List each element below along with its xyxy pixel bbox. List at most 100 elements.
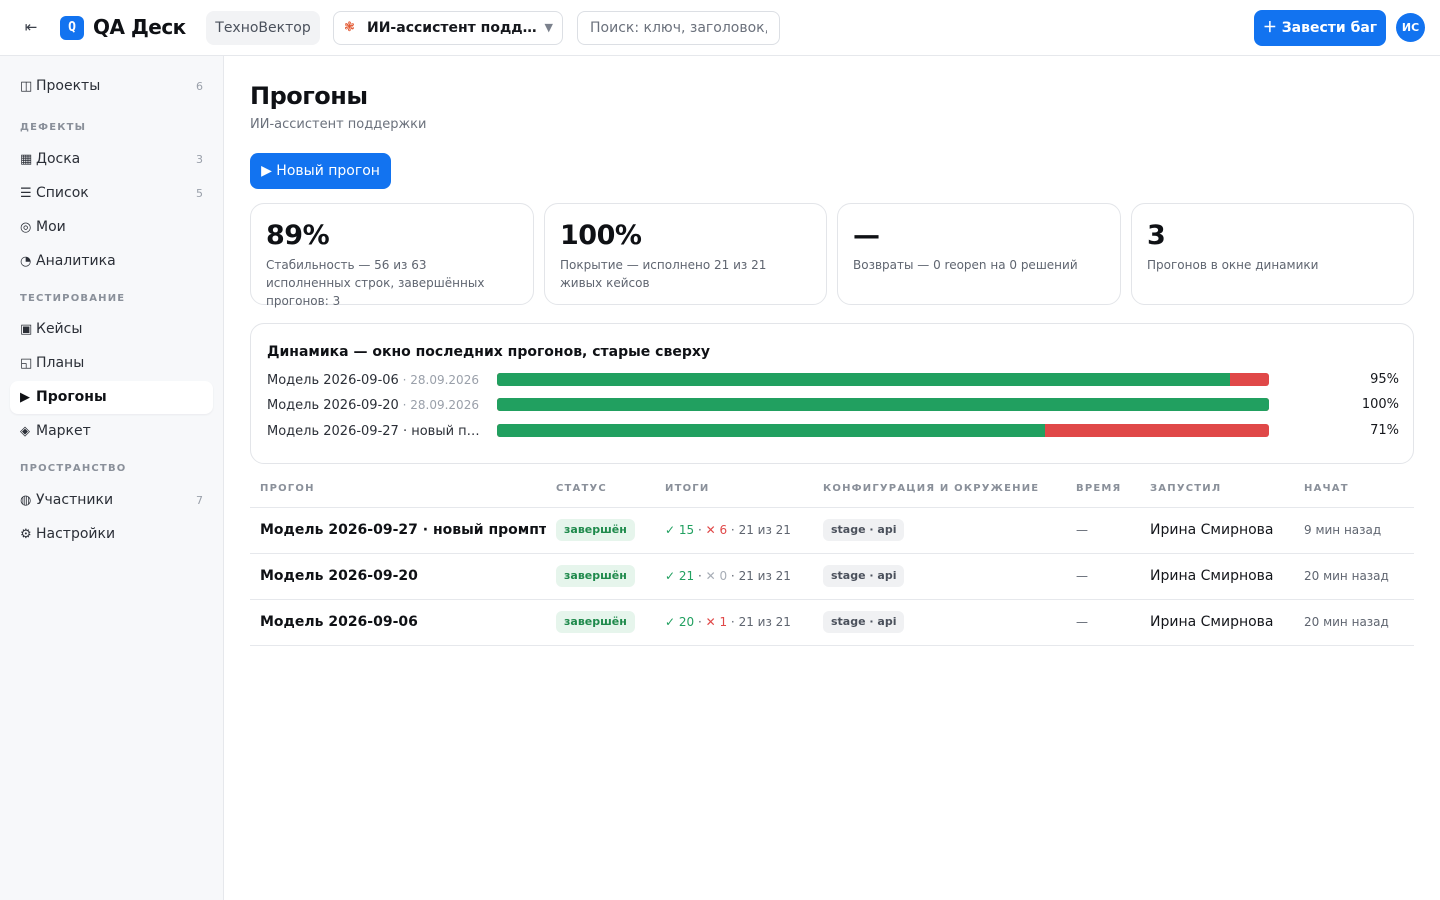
logo-text[interactable]: QA Деск (93, 13, 186, 41)
status-cell: завершён (546, 553, 655, 600)
config-badge: stage · api (823, 611, 905, 633)
sidebar-item-label: Доска (36, 151, 81, 167)
table-row[interactable]: Модель 2026-09-20 завершён ✓ 21 · ✕ 0 · … (250, 553, 1414, 600)
logo-icon: Q (60, 16, 84, 40)
avatar[interactable]: ИС (1396, 13, 1425, 42)
duration: — (1066, 507, 1140, 554)
dynamics-row-label: Модель 2026-09-06 · 28.09.2026 (267, 370, 485, 391)
started-at: 20 мин назад (1294, 553, 1414, 600)
results-cell: ✓ 21 · ✕ 0 · 21 из 21 (655, 553, 813, 600)
runs-table: ПРОГОН СТАТУС ИТОГИ КОНФИГУРАЦИЯ И ОКРУЖ… (250, 470, 1414, 646)
sidebar-item-label: Прогоны (36, 389, 107, 405)
started-at: 9 мин назад (1294, 507, 1414, 554)
column-header-started[interactable]: НАЧАТ (1294, 470, 1414, 508)
table-row[interactable]: Модель 2026-09-06 завершён ✓ 20 · ✕ 1 · … (250, 599, 1414, 646)
config-badge: stage · api (823, 565, 905, 587)
project-icon: ❃ (344, 20, 355, 35)
config-cell: stage · api (813, 507, 1066, 554)
sidebar-item-label: Планы (36, 355, 85, 371)
report-bug-button[interactable]: ＋ Завести баг (1254, 10, 1386, 46)
org-switcher[interactable]: ТехноВектор (206, 11, 320, 45)
section-label-defects: ДЕФЕКТЫ (20, 122, 87, 133)
duration: — (1066, 599, 1140, 646)
dynamics-row[interactable]: Модель 2026-09-27 · новый про... 71% (267, 421, 1399, 441)
sidebar-item-mine[interactable]: ◎ Мои (10, 211, 213, 244)
duration: — (1066, 553, 1140, 600)
config-cell: stage · api (813, 599, 1066, 646)
stat-description: Стабильность — 56 из 63 исполненных стро… (266, 258, 485, 308)
stat-card-stability: 89% Стабильность — 56 из 63 исполненных … (250, 203, 534, 308)
stat-value: 3 (1147, 220, 1166, 251)
dynamics-bar-pass-fill (497, 424, 1046, 437)
sidebar-item-plans[interactable]: ◱ Планы (10, 347, 213, 380)
stat-value: 89% (266, 220, 330, 251)
status-cell: завершён (546, 599, 655, 646)
sidebar-item-projects[interactable]: ◫ Проекты 6 (10, 70, 213, 103)
stat-card-runs-count: 3 Прогонов в окне динамики (1131, 203, 1414, 305)
column-header-config[interactable]: КОНФИГУРАЦИЯ И ОКРУЖЕНИЕ (813, 470, 1066, 508)
dynamics-row-label: Модель 2026-09-20 · 28.09.2026 (267, 395, 485, 416)
sidebar-item-analytics[interactable]: ◔ Аналитика (10, 245, 213, 278)
failed-count: ✕ 1 (705, 615, 728, 629)
section-label-testing: ТЕСТИРОВАНИЕ (20, 293, 126, 304)
column-header-status[interactable]: СТАТУС (546, 470, 655, 508)
run-name[interactable]: Модель 2026-09-06 (250, 599, 546, 646)
sidebar-item-settings[interactable]: ⚙ Настройки (10, 518, 213, 551)
column-header-time[interactable]: ВРЕМЯ (1066, 470, 1140, 508)
sidebar: ◫ Проекты 6 ДЕФЕКТЫ ▦ Доска 3 ☰ Список 5… (0, 56, 224, 900)
sidebar-item-label: Маркет (36, 423, 91, 439)
sidebar-item-count: 7 (196, 494, 203, 507)
new-run-button[interactable]: ▶ Новый прогон (250, 153, 391, 189)
sidebar-item-list[interactable]: ☰ Список 5 (10, 177, 213, 210)
sidebar-item-label: Участники (36, 492, 114, 508)
sidebar-item-label: Настройки (36, 526, 116, 542)
sidebar-item-label: Аналитика (36, 253, 116, 269)
dynamics-card: Динамика — окно последних прогонов, стар… (250, 323, 1414, 464)
dynamics-run-name: Модель 2026-09-27 · новый про... (267, 424, 485, 439)
sidebar-item-label: Мои (36, 219, 66, 235)
passed-count: ✓ 21 (665, 569, 695, 583)
stat-description: Возвраты — 0 reopen на 0 решений (853, 258, 1078, 272)
executed-total: 21 из 21 (738, 615, 791, 629)
sidebar-item-count: 6 (196, 80, 203, 93)
failed-count: ✕ 0 (705, 569, 728, 583)
top-bar: ⇤ Q QA Деск ТехноВектор ❃ ИИ-ассистент п… (0, 0, 1440, 56)
config-cell: stage · api (813, 553, 1066, 600)
sidebar-item-members[interactable]: ◍ Участники 7 (10, 484, 213, 517)
column-header-results[interactable]: ИТОГИ (655, 470, 813, 508)
sidebar-item-label: Проекты (36, 78, 101, 94)
started-at: 20 мин назад (1294, 599, 1414, 646)
dynamics-row-label: Модель 2026-09-27 · новый про... (267, 421, 485, 442)
dynamics-title: Динамика — окно последних прогонов, стар… (267, 344, 710, 360)
project-select[interactable]: ❃ ИИ-ассистент поддержки ▼ (333, 11, 563, 45)
dynamics-row[interactable]: Модель 2026-09-20 · 28.09.2026 100% (267, 395, 1399, 415)
launched-by: Ирина Смирнова (1140, 599, 1294, 646)
project-select-label: ИИ-ассистент поддержки (367, 20, 539, 36)
passed-count: ✓ 20 (665, 615, 695, 629)
sidebar-item-runs[interactable]: ▶ Прогоны (10, 381, 213, 414)
passed-count: ✓ 15 (665, 523, 695, 537)
failed-count: ✕ 6 (705, 523, 728, 537)
run-name[interactable]: Модель 2026-09-27 · новый промпт (250, 507, 546, 554)
status-badge: завершён (556, 565, 635, 587)
config-badge: stage · api (823, 519, 905, 541)
table-row[interactable]: Модель 2026-09-27 · новый промпт завершё… (250, 507, 1414, 554)
sidebar-item-market[interactable]: ◈ Маркет (10, 415, 213, 448)
dynamics-percent: 95% (1370, 372, 1399, 387)
dynamics-bar (497, 398, 1269, 411)
stat-card-coverage: 100% Покрытие — исполнено 21 из 21 живых… (544, 203, 827, 305)
collapse-sidebar-icon[interactable]: ⇤ (20, 16, 42, 38)
dynamics-row[interactable]: Модель 2026-09-06 · 28.09.2026 95% (267, 370, 1399, 390)
results-cell: ✓ 15 · ✕ 6 · 21 из 21 (655, 507, 813, 554)
sidebar-item-board[interactable]: ▦ Доска 3 (10, 143, 213, 176)
sidebar-item-cases[interactable]: ▣ Кейсы (10, 313, 213, 346)
search-input[interactable] (577, 11, 780, 45)
run-name[interactable]: Модель 2026-09-20 (250, 553, 546, 600)
column-header-launched-by[interactable]: ЗАПУСТИЛ (1140, 470, 1294, 508)
stat-description: Покрытие — исполнено 21 из 21 живых кейс… (560, 258, 767, 290)
chevron-down-icon: ▼ (544, 21, 553, 34)
sidebar-item-label: Список (36, 185, 89, 201)
column-header-run[interactable]: ПРОГОН (250, 470, 546, 508)
page-subtitle: ИИ-ассистент поддержки (250, 117, 427, 132)
dynamics-bar-pass-fill (497, 373, 1231, 386)
